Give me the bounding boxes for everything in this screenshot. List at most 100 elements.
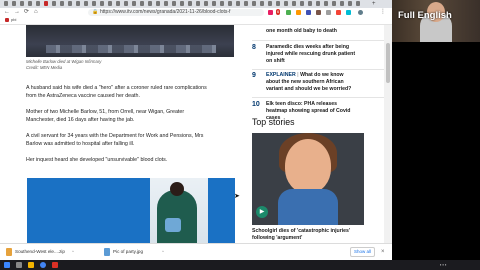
menu-icon[interactable]: ⋮ bbox=[380, 8, 386, 16]
app-icon[interactable] bbox=[52, 262, 58, 268]
tab-favicon[interactable] bbox=[196, 1, 200, 6]
tab-favicon[interactable] bbox=[92, 1, 96, 6]
tab-favicon[interactable] bbox=[156, 1, 160, 6]
explainer-tag: Explainer bbox=[266, 72, 296, 78]
tab-favicon[interactable] bbox=[316, 1, 320, 6]
extension-icon[interactable] bbox=[306, 10, 311, 15]
tab-favicon[interactable] bbox=[60, 1, 64, 6]
home-icon[interactable]: ⌂ bbox=[34, 8, 38, 16]
tab-favicon[interactable] bbox=[132, 1, 136, 6]
bookmark-icon[interactable] bbox=[5, 18, 9, 22]
tab-favicon[interactable] bbox=[28, 1, 32, 6]
tab-favicon[interactable] bbox=[188, 1, 192, 6]
reload-icon[interactable]: ⟳ bbox=[24, 8, 29, 16]
back-icon[interactable]: ← bbox=[4, 8, 10, 16]
mouse-pointer-icon: ➤ bbox=[234, 193, 240, 200]
page-scrollbar[interactable] bbox=[384, 25, 392, 243]
tab-favicon[interactable] bbox=[68, 1, 72, 6]
tab-favicon[interactable] bbox=[308, 1, 312, 6]
file-explorer-icon[interactable] bbox=[28, 262, 34, 268]
most-read-number: 9 bbox=[252, 72, 256, 79]
chevron-up-icon[interactable]: ^ bbox=[162, 248, 164, 256]
play-icon[interactable]: ▶ bbox=[256, 206, 268, 218]
system-tray[interactable]: ▪ ▪ ▪ bbox=[440, 262, 446, 268]
tab-favicon[interactable] bbox=[260, 1, 264, 6]
tab-favicon[interactable] bbox=[236, 1, 240, 6]
chrome-icon[interactable] bbox=[40, 262, 46, 268]
start-icon[interactable] bbox=[4, 262, 10, 268]
extension-icon[interactable] bbox=[296, 10, 301, 15]
tab-favicon[interactable] bbox=[20, 1, 24, 6]
article-video[interactable] bbox=[27, 178, 235, 243]
hero-image-detail bbox=[46, 45, 216, 53]
headline-line: following 'argument' bbox=[252, 235, 303, 241]
tab-favicon[interactable] bbox=[292, 1, 296, 6]
close-icon[interactable]: × bbox=[381, 247, 385, 257]
forward-icon[interactable]: → bbox=[14, 8, 20, 16]
tab-favicon[interactable] bbox=[148, 1, 152, 6]
tab-favicon[interactable] bbox=[340, 1, 344, 6]
most-read-headline[interactable]: one month old baby to death bbox=[266, 28, 380, 35]
tab-favicon[interactable] bbox=[220, 1, 224, 6]
tab-favicon[interactable] bbox=[204, 1, 208, 6]
headline-line: heatmap showing spread of Covid bbox=[266, 108, 351, 114]
headline-line: variant and should we be worried? bbox=[266, 86, 352, 92]
tab-favicon[interactable] bbox=[332, 1, 336, 6]
tab-favicon[interactable] bbox=[12, 1, 16, 6]
download-item[interactable]: Southend-West ele....zip ^ bbox=[6, 247, 76, 257]
tab-favicon[interactable] bbox=[124, 1, 128, 6]
extension-icon[interactable] bbox=[346, 10, 351, 15]
profile-avatar[interactable] bbox=[358, 10, 363, 15]
tab-favicon[interactable] bbox=[324, 1, 328, 6]
tab-favicon[interactable] bbox=[228, 1, 232, 6]
tab-favicon[interactable] bbox=[300, 1, 304, 6]
tab-favicon[interactable] bbox=[212, 1, 216, 6]
download-filename[interactable]: Southend-West ele....zip bbox=[15, 248, 65, 256]
most-read-headline[interactable]: Explainer | What do we know about the ne… bbox=[266, 72, 380, 93]
top-story-image[interactable]: ▶ bbox=[252, 133, 364, 225]
download-item[interactable]: Pic of party.jpg ^ bbox=[104, 247, 164, 257]
tab-favicon[interactable] bbox=[252, 1, 256, 6]
search-icon[interactable] bbox=[16, 262, 22, 268]
tab-favicon[interactable] bbox=[36, 1, 40, 6]
tab-favicon[interactable] bbox=[4, 1, 8, 6]
tab-favicon[interactable] bbox=[100, 1, 104, 6]
tab-favicon[interactable] bbox=[108, 1, 112, 6]
tab-favicon[interactable] bbox=[268, 1, 272, 6]
tab-favicon[interactable] bbox=[348, 1, 352, 6]
tab-favicon[interactable] bbox=[44, 1, 48, 6]
url-text[interactable]: https://www.itv.com/news/granada/2021-11… bbox=[100, 9, 260, 16]
tab-favicon[interactable] bbox=[356, 1, 360, 6]
extension-icon[interactable] bbox=[336, 10, 341, 15]
bookmarks-bar: pbi bbox=[0, 16, 392, 25]
show-all-button[interactable]: Show all bbox=[350, 247, 376, 257]
address-bar[interactable]: 🔒 https://www.itv.com/news/granada/2021-… bbox=[88, 9, 264, 16]
extension-icon[interactable] bbox=[268, 10, 273, 15]
article-hero-image bbox=[26, 25, 234, 57]
tab-favicon[interactable] bbox=[164, 1, 168, 6]
tab-favicon[interactable] bbox=[172, 1, 176, 6]
most-read-headline[interactable]: Paramedic dies weeks after being injured… bbox=[266, 44, 380, 65]
new-tab-button[interactable]: + bbox=[372, 1, 376, 7]
headline-line: Paramedic dies weeks after being bbox=[266, 44, 350, 50]
tab-favicon[interactable] bbox=[140, 1, 144, 6]
tab-favicon[interactable] bbox=[284, 1, 288, 6]
lock-icon[interactable]: 🔒 bbox=[92, 10, 98, 15]
tab-favicon[interactable] bbox=[116, 1, 120, 6]
tab-favicon[interactable] bbox=[244, 1, 248, 6]
download-filename[interactable]: Pic of party.jpg bbox=[113, 248, 143, 256]
tab-favicon[interactable] bbox=[180, 1, 184, 6]
tab-favicon[interactable] bbox=[76, 1, 80, 6]
tab-favicon[interactable] bbox=[52, 1, 56, 6]
tab-favicon[interactable] bbox=[276, 1, 280, 6]
extension-icon[interactable] bbox=[316, 10, 321, 15]
bookmark-label[interactable]: pbi bbox=[11, 17, 16, 23]
chevron-up-icon[interactable]: ^ bbox=[72, 248, 74, 256]
extension-icon[interactable] bbox=[326, 10, 331, 15]
extension-icon[interactable] bbox=[286, 10, 291, 15]
webcam-background bbox=[392, 42, 480, 260]
paragraph-line: Manchester, died 16 days after having th… bbox=[26, 116, 135, 123]
scrollbar-thumb[interactable] bbox=[386, 43, 390, 83]
top-story-headline[interactable]: Schoolgirl dies of 'catastrophic injurie… bbox=[252, 228, 377, 242]
tab-favicon[interactable] bbox=[84, 1, 88, 6]
